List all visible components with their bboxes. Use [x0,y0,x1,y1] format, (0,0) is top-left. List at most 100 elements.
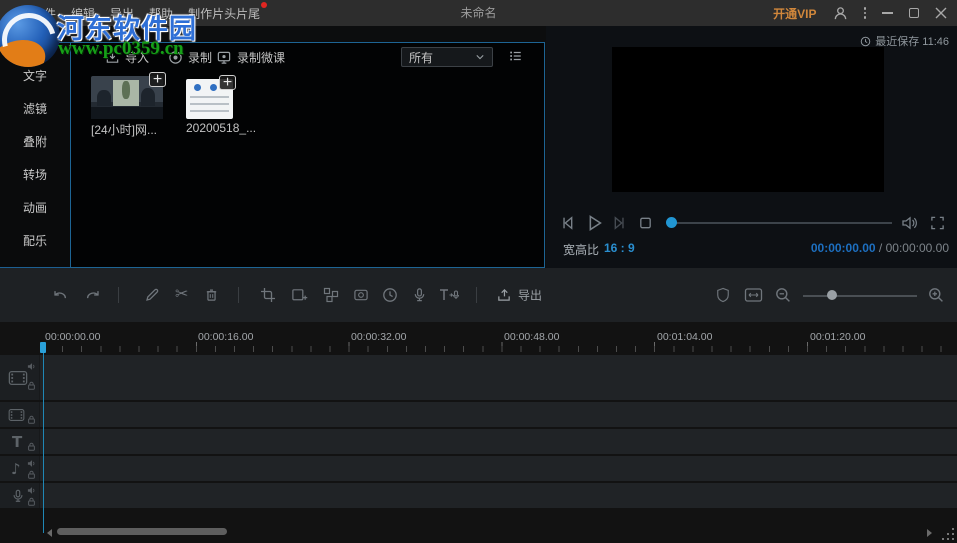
menu-bar: 文件 编辑 导出 帮助 制作片头片尾 [0,5,260,22]
redo-icon[interactable] [84,288,101,303]
add-to-track-icon[interactable]: + [149,72,166,87]
scale-icon[interactable] [291,287,308,303]
account-icon[interactable] [833,6,848,21]
fullscreen-icon[interactable] [930,216,945,231]
lock-icon[interactable] [27,442,36,451]
thumbnail-plant [122,81,130,99]
title-bar: 文件 编辑 导出 帮助 制作片头片尾 未命名 开通VIP [0,0,957,26]
import-button[interactable]: 导入 [105,49,149,66]
sidebar-item-animations[interactable]: 动画 [23,202,47,215]
previous-frame-button[interactable] [560,215,577,232]
media-item-video[interactable]: + [91,76,163,119]
volume-icon[interactable] [901,215,919,231]
menu-help[interactable]: 帮助 [149,5,173,22]
screen-record-button[interactable]: 录制微课 [216,49,285,66]
export-button[interactable]: 导出 [496,287,542,304]
record-icon [168,50,183,65]
aspect-ratio-label: 宽高比 [563,241,599,258]
mute-speaker-icon[interactable] [27,459,36,468]
media-panel-header: 导入 录制 录制微课 所有 [71,43,544,71]
delete-trash-icon[interactable] [204,287,219,303]
scroll-right-arrow[interactable] [927,529,932,537]
open-vip-button[interactable]: 开通VIP [773,5,816,22]
split-scissors-icon[interactable]: ✂ [175,287,188,303]
horizontal-scrollbar[interactable] [57,528,227,535]
media-filter-value: 所有 [409,49,433,66]
menu-make-intro-outro[interactable]: 制作片头片尾 [188,5,260,22]
aspect-ratio-value[interactable]: 16 : 9 [604,241,635,255]
text-to-speech-icon[interactable] [438,287,460,303]
playhead-handle[interactable] [40,342,46,353]
video-editor-window: 文件 编辑 导出 帮助 制作片头片尾 未命名 开通VIP 文字 滤镜 [0,0,957,543]
sidebar-item-transitions[interactable]: 转场 [23,169,47,182]
timeline-zoom-handle[interactable] [827,290,837,300]
sidebar-item-filters[interactable]: 滤镜 [23,103,47,116]
menu-export[interactable]: 导出 [110,5,134,22]
lock-icon[interactable] [27,415,36,424]
lock-icon[interactable] [27,470,36,479]
playhead-line [43,353,45,533]
menu-file[interactable]: 文件 [32,5,56,22]
minimize-button[interactable] [882,12,893,14]
record-button[interactable]: 录制 [168,49,212,66]
sidebar-item-text[interactable]: 文字 [23,70,47,83]
more-menu-icon[interactable] [864,7,867,19]
stop-button[interactable] [638,216,653,231]
toolbar-divider [238,287,239,303]
media-filter-dropdown[interactable]: 所有 [401,47,493,67]
playback-controls [546,210,957,236]
list-view-icon[interactable] [508,49,523,63]
screen-record-icon [216,50,232,65]
preview-meta-row: 宽高比 16 : 9 00:00:00.00 / 00:00:00.00 [546,238,957,260]
film-icon [8,369,28,386]
seek-bar[interactable] [674,222,892,224]
thumbnail-dot [210,84,217,91]
preview-screen [612,47,884,192]
zoom-in-icon[interactable] [928,287,944,303]
fit-timeline-icon[interactable] [744,288,763,303]
time-divider-glyph: / [879,241,882,255]
timeline-panel: 00:00:00.00 00:00:16.00 00:00:32.00 00:0… [0,322,957,543]
preview-panel: 最近保存 11:46 宽高比 [546,26,957,268]
maximize-button[interactable] [909,8,919,18]
next-frame-button[interactable] [610,215,627,232]
music-track[interactable]: ♪ [0,456,957,481]
mute-speaker-icon[interactable] [27,486,36,495]
scroll-left-arrow[interactable] [47,529,52,537]
sidebar-item-overlays[interactable]: 叠附 [23,136,47,149]
lock-icon[interactable] [27,381,36,390]
thumbnail-text-lines [190,96,229,114]
lock-icon[interactable] [27,497,36,506]
thumbnail-desk [91,107,163,119]
seek-handle[interactable] [666,217,677,228]
edit-pencil-icon[interactable] [144,287,160,303]
play-button[interactable] [585,214,604,233]
menu-edit[interactable]: 编辑 [71,5,95,22]
mute-speaker-icon[interactable] [27,362,36,371]
text-icon: T [12,433,22,451]
voiceover-mic-icon[interactable] [412,287,427,303]
mosaic-icon[interactable] [323,287,339,303]
undo-icon[interactable] [52,288,69,303]
close-button[interactable] [935,7,947,19]
window-controls: 开通VIP [773,0,947,26]
add-to-track-icon[interactable]: + [219,75,236,90]
timeline-zoom-slider[interactable] [803,295,917,297]
window-resize-grip[interactable] [941,527,955,541]
ruler-minor-ticks[interactable] [43,346,957,352]
snapshot-camera-icon[interactable] [353,288,369,303]
crop-icon[interactable] [260,287,276,303]
current-time: 00:00:00.00 [811,241,876,255]
video-track[interactable] [0,355,957,400]
text-track[interactable]: T [0,429,957,454]
shield-icon[interactable] [716,287,730,303]
pip-track[interactable] [0,402,957,427]
sidebar-item-music[interactable]: 配乐 [23,235,47,248]
duration-clock-icon[interactable] [382,287,398,303]
voiceover-track[interactable] [0,483,957,508]
media-library-panel: 导入 录制 录制微课 所有 + [70,42,545,268]
media-item-image[interactable]: + [186,79,233,119]
toolbar-divider [476,287,477,303]
text-track-header: T [0,429,40,454]
zoom-out-icon[interactable] [775,287,791,303]
